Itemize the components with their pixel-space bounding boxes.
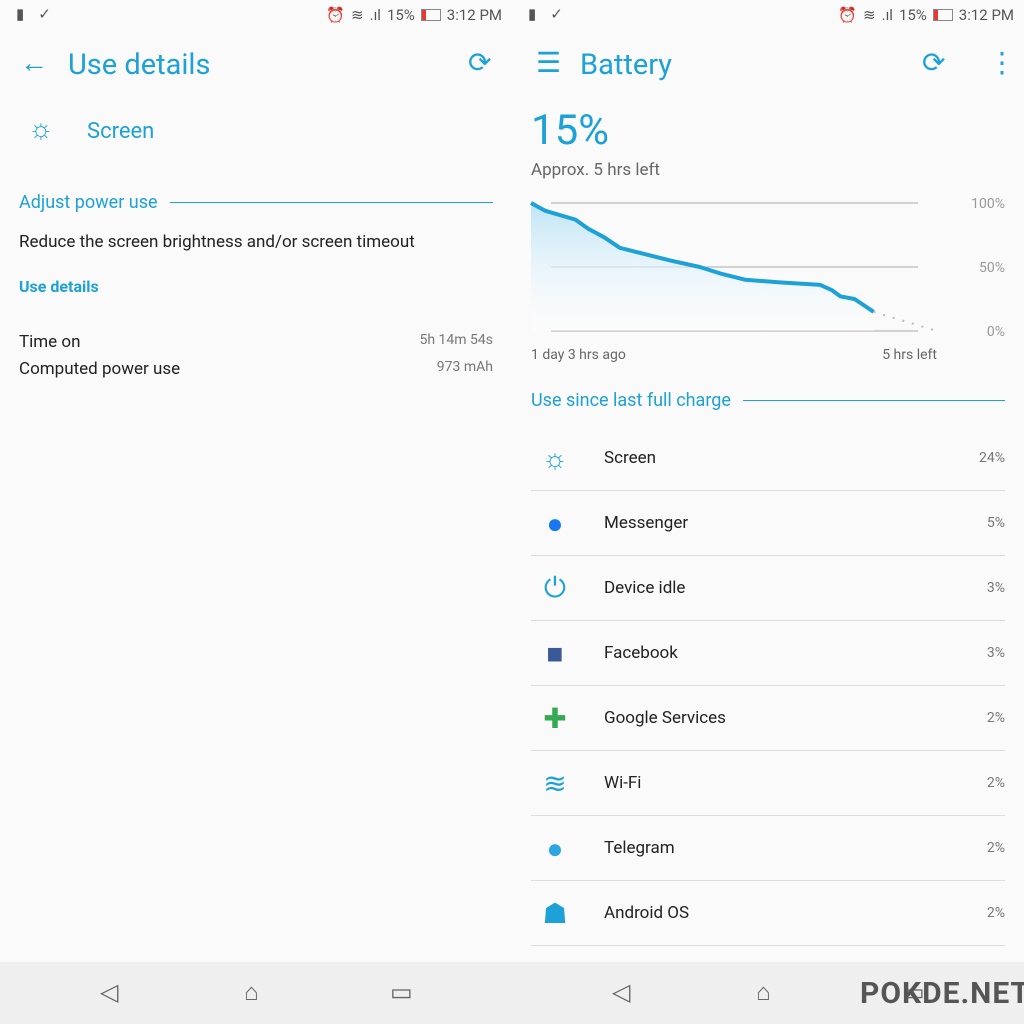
section-header: Use since last full charge xyxy=(531,390,1005,411)
back-icon[interactable]: ◁ xyxy=(612,978,630,1006)
list-item[interactable]: ☼ Screen 24% xyxy=(531,426,1005,491)
use-details-link[interactable]: Use details xyxy=(19,277,99,296)
battery-level: 15% xyxy=(531,106,609,155)
menu-icon[interactable]: ☰ xyxy=(536,46,561,79)
x-start-label: 1 day 3 hrs ago xyxy=(531,347,626,363)
item-name: Messenger xyxy=(604,513,689,533)
page-title: Use details xyxy=(68,48,211,82)
wifi-icon: ≋ xyxy=(351,6,364,24)
navigation-bar: ◁ ⌂ ▭ ◁ ⌂ ▭ POKDE.NET xyxy=(0,962,1024,1024)
item-name: Device idle xyxy=(604,578,686,598)
item-name: Screen xyxy=(604,448,657,468)
usage-list: ☼ Screen 24% ● Messenger 5% ⏻ Device idle 3% ■ Fac… xyxy=(531,426,1005,946)
android-icon: ☗ xyxy=(542,896,568,930)
battery-panel: ▮ ✓ ⏰ ≋ .ıl 15% 3:12 PM ☰ Battery ⟳ ⋮ 15% App… xyxy=(512,0,1024,962)
home-icon[interactable]: ⌂ xyxy=(244,978,259,1007)
y-tick-label: 100% xyxy=(971,196,1005,212)
item-title: Screen xyxy=(87,119,155,144)
refresh-icon[interactable]: ⟳ xyxy=(922,46,945,79)
battery-alert-icon: ▮ xyxy=(528,5,537,23)
advice-text: Reduce the screen brightness and/or scre… xyxy=(19,232,415,252)
row-label: Computed power use xyxy=(19,359,181,379)
section-label: Adjust power use xyxy=(19,192,158,213)
section-header: Adjust power use xyxy=(19,192,493,213)
google-services-icon: ✚ xyxy=(543,701,567,735)
x-end-label: 5 hrs left xyxy=(882,347,937,363)
alarm-icon: ⏰ xyxy=(838,6,858,24)
item-name: Google Services xyxy=(604,708,726,728)
page-title: Battery xyxy=(580,48,672,82)
list-item[interactable]: ■ Facebook 3% xyxy=(531,621,1005,686)
list-item[interactable]: ● Telegram 2% xyxy=(531,816,1005,881)
clock: 3:12 PM xyxy=(446,6,502,24)
divider xyxy=(742,400,1005,401)
list-item[interactable]: ≋ Wi-Fi 2% xyxy=(531,751,1005,816)
alarm-icon: ⏰ xyxy=(326,6,346,24)
telegram-icon: ● xyxy=(546,831,564,865)
battery-icon xyxy=(420,9,441,21)
signal-icon: .ıl xyxy=(369,6,381,24)
signal-icon: .ıl xyxy=(881,6,893,24)
status-bar: ▮ ✓ ⏰ ≋ .ıl 15% 3:12 PM xyxy=(512,0,1024,30)
item-name: Wi-Fi xyxy=(604,773,642,793)
row-value: 973 mAh xyxy=(436,359,493,375)
list-item[interactable]: ⏻ Device idle 3% xyxy=(531,556,1005,621)
y-tick-label: 0% xyxy=(987,324,1005,340)
brightness-icon: ☼ xyxy=(542,441,568,475)
back-arrow-icon[interactable]: ← xyxy=(20,46,48,79)
row-value: 5h 14m 54s xyxy=(419,332,494,348)
item-percent: 3% xyxy=(986,645,1005,661)
projection-line xyxy=(873,310,938,332)
time-remaining: Approx. 5 hrs left xyxy=(531,160,660,180)
item-percent: 3% xyxy=(986,580,1005,596)
messenger-icon: ● xyxy=(546,506,564,540)
back-icon[interactable]: ◁ xyxy=(100,978,118,1006)
battery-icon xyxy=(932,9,953,21)
item-percent: 2% xyxy=(986,905,1005,921)
status-bar: ▮ ✓ ⏰ ≋ .ıl 15% 3:12 PM xyxy=(0,0,512,30)
download-done-icon: ✓ xyxy=(550,5,563,23)
item-name: Android OS xyxy=(604,903,690,923)
wifi-icon: ≋ xyxy=(543,766,567,800)
wifi-icon: ≋ xyxy=(863,6,876,24)
brightness-icon: ☼ xyxy=(28,112,54,145)
facebook-icon: ■ xyxy=(546,636,564,670)
list-item[interactable]: ● Messenger 5% xyxy=(531,491,1005,556)
item-name: Facebook xyxy=(604,643,678,663)
watermark-logo: POKDE.NET xyxy=(860,976,1024,1011)
download-done-icon: ✓ xyxy=(38,5,51,23)
power-icon: ⏻ xyxy=(543,571,567,604)
list-item[interactable]: ☗ Android OS 2% xyxy=(531,881,1005,946)
item-percent: 2% xyxy=(986,840,1005,856)
clock: 3:12 PM xyxy=(958,6,1014,24)
item-percent: 2% xyxy=(986,775,1005,791)
list-item[interactable]: ✚ Google Services 2% xyxy=(531,686,1005,751)
battery-chart: 100% 50% 0% 1 day 3 hrs ago 5 hrs left xyxy=(530,196,1005,363)
battery-percent: 15% xyxy=(898,6,927,24)
divider xyxy=(169,202,493,203)
battery-percent: 15% xyxy=(386,6,415,24)
item-name: Telegram xyxy=(604,838,675,858)
row-label: Time on xyxy=(19,332,81,352)
recents-icon[interactable]: ▭ xyxy=(390,978,413,1006)
item-percent: 24% xyxy=(979,450,1005,466)
item-percent: 5% xyxy=(986,515,1005,531)
item-percent: 2% xyxy=(986,710,1005,726)
home-icon[interactable]: ⌂ xyxy=(756,978,771,1007)
time-on-row: Time on 5h 14m 54s xyxy=(19,332,493,352)
refresh-icon[interactable]: ⟳ xyxy=(468,46,491,79)
y-tick-label: 50% xyxy=(979,260,1005,276)
more-options-icon[interactable]: ⋮ xyxy=(988,46,1016,79)
battery-alert-icon: ▮ xyxy=(16,5,25,23)
use-details-panel: ▮ ✓ ⏰ ≋ .ıl 15% 3:12 PM ← Use details ⟳ ☼ Scr… xyxy=(0,0,512,962)
power-use-row: Computed power use 973 mAh xyxy=(19,359,493,379)
section-label: Use since last full charge xyxy=(531,390,731,411)
